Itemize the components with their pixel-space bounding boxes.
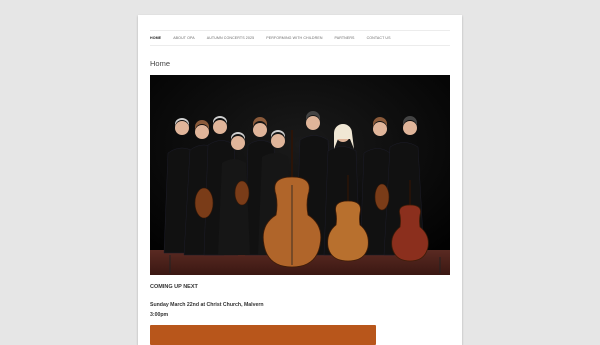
nav-item-partners[interactable]: PARTNERS	[335, 36, 355, 40]
page-container: HOME ABOUT OPA AUTUMN CONCERTS 2025 PERF…	[138, 15, 462, 345]
page-title: Home	[150, 59, 171, 68]
event-details: Sunday March 22nd at Christ Church, Malv…	[150, 301, 264, 320]
nav-item-autumn-concerts[interactable]: AUTUMN CONCERTS 2025	[207, 36, 254, 40]
nav-item-about[interactable]: ABOUT OPA	[173, 36, 195, 40]
orchestra-photo-illustration	[150, 75, 450, 275]
event-call-to-action-button[interactable]	[150, 325, 376, 345]
coming-up-heading: COMING UP NEXT	[150, 284, 198, 290]
main-navigation: HOME ABOUT OPA AUTUMN CONCERTS 2025 PERF…	[150, 30, 450, 46]
event-time: 3:00pm	[150, 311, 169, 318]
nav-item-home[interactable]: HOME	[150, 36, 161, 40]
nav-item-contact[interactable]: CONTACT US	[367, 36, 391, 40]
nav-item-performing-with-children[interactable]: PERFORMING WITH CHILDREN	[266, 36, 322, 40]
hero-photo	[150, 75, 450, 275]
event-venue-line: Sunday March 22nd at Christ Church, Malv…	[150, 302, 264, 308]
